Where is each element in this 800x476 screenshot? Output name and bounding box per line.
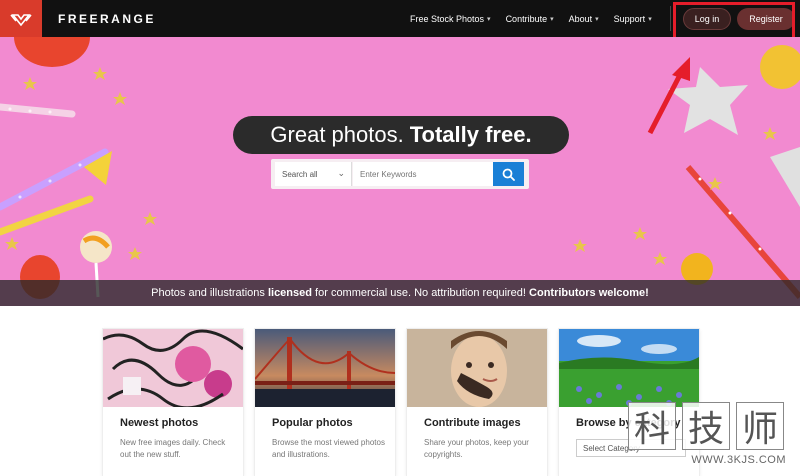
chevron-down-icon: ▾ xyxy=(595,15,599,23)
nav-item-label: Support xyxy=(613,13,646,24)
card-description: New free images daily. Check out the new… xyxy=(120,438,226,459)
nav-item-label: About xyxy=(568,13,593,24)
hero-tagline: Great photos. Totally free. xyxy=(233,116,569,154)
chevron-down-icon: ▾ xyxy=(648,15,652,23)
chevron-down-icon: ▾ xyxy=(550,15,554,23)
nav-item-free-stock-photos[interactable]: Free Stock Photos ▾ xyxy=(410,14,491,24)
nav-divider xyxy=(670,6,671,31)
watermark-char: 科 xyxy=(628,402,676,450)
top-navbar: FREERANGE Free Stock Photos ▾ Contribute ▾… xyxy=(0,0,800,37)
strip-text-1: Photos and illustrations xyxy=(151,287,265,299)
search-button[interactable] xyxy=(493,162,524,186)
watermark-char: 技 xyxy=(682,402,730,450)
card-description: Share your photos, keep your copyrights. xyxy=(424,438,529,459)
nav-item-about[interactable]: About ▾ xyxy=(569,14,599,24)
brand-name[interactable]: FREERANGE xyxy=(58,12,156,26)
hero-banner: Great photos. Totally free. Search all ⌄ … xyxy=(0,37,800,306)
watermark-char: 师 xyxy=(736,402,784,450)
tagline-light: Great photos. xyxy=(270,122,404,147)
watermark-logo: 科 技 师 xyxy=(628,402,794,450)
page: FREERANGE Free Stock Photos ▾ Contribute ▾… xyxy=(0,0,800,476)
register-button[interactable]: Register xyxy=(737,8,795,30)
contribute-images-image xyxy=(407,329,547,407)
strip-contributors-link[interactable]: Contributors welcome! xyxy=(529,287,649,299)
nav-item-label: Free Stock Photos xyxy=(410,13,485,24)
nav-item-contribute[interactable]: Contribute ▾ xyxy=(506,14,554,24)
popular-photos-image xyxy=(255,329,395,407)
tagline-bold: Totally free. xyxy=(409,122,532,147)
search-icon xyxy=(502,168,515,181)
newest-photos-image xyxy=(103,329,243,407)
browse-by-category-image xyxy=(559,329,699,407)
login-button[interactable]: Log in xyxy=(683,8,731,30)
freerange-logo-icon[interactable] xyxy=(0,0,42,37)
card-title: Popular photos xyxy=(272,417,353,429)
strip-licensed-link[interactable]: licensed xyxy=(268,287,312,299)
chevron-down-icon: ⌄ xyxy=(337,168,345,178)
license-info-strip: Photos and illustrations licensed for co… xyxy=(0,280,800,306)
search-category-select[interactable]: Search all ⌄ xyxy=(275,162,352,186)
search-bar: Search all ⌄ xyxy=(271,159,529,189)
chevron-down-icon: ▾ xyxy=(487,15,491,23)
nav-item-label: Contribute xyxy=(505,13,548,24)
card-title: Contribute images xyxy=(424,417,521,429)
search-category-value: Search all xyxy=(282,169,318,179)
card-title: Newest photos xyxy=(120,417,199,429)
card-popular-photos[interactable]: Popular photos Browse the most viewed ph… xyxy=(255,329,395,476)
auth-buttons: Log in Register xyxy=(683,8,795,30)
card-contribute-images[interactable]: Contribute images Share your photos, kee… xyxy=(407,329,547,476)
main-menu: Free Stock Photos ▾ Contribute ▾ About ▾ Su… xyxy=(410,0,667,37)
watermark-url: WWW.3KJS.COM xyxy=(691,454,786,466)
nav-item-support[interactable]: Support ▾ xyxy=(614,14,652,24)
strip-text-2: for commercial use. No attribution requi… xyxy=(315,287,526,299)
card-description: Browse the most viewed photos and illust… xyxy=(272,438,385,459)
search-input[interactable] xyxy=(353,162,493,186)
watermark: 科 技 师 WWW.3KJS.COM xyxy=(628,402,794,472)
card-newest-photos[interactable]: Newest photos New free images daily. Che… xyxy=(103,329,243,476)
